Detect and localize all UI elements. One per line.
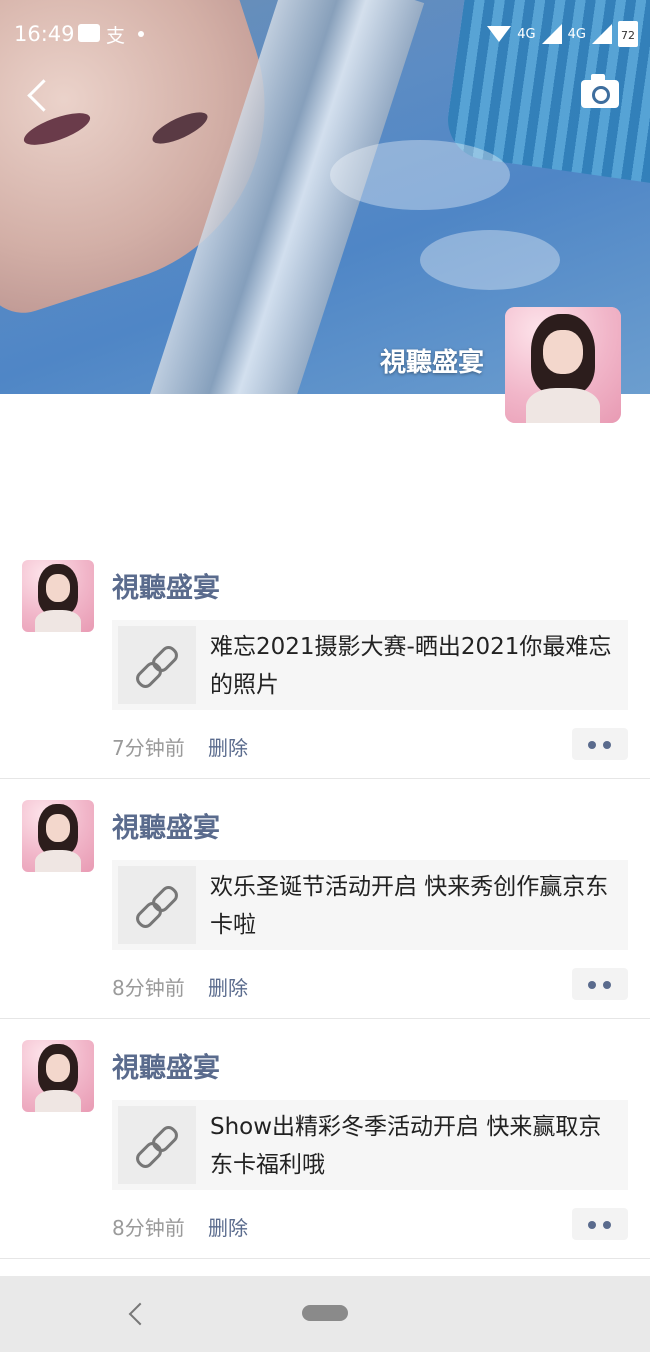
status-time: 16:49 [14,22,75,46]
link-icon [118,1106,196,1184]
nav-back-icon[interactable] [128,1302,152,1326]
post-time: 8分钟前 [112,976,185,1000]
cover-cloud [420,230,560,290]
divider [0,1018,650,1019]
post-time: 8分钟前 [112,1216,185,1240]
system-nav-bar [0,1276,650,1352]
post-author[interactable]: 視聽盛宴 [112,566,220,605]
avatar[interactable] [22,560,94,632]
feed-post: 視聽盛宴 Show出精彩冬季活动开启 快来赢取京东卡福利哦 8分钟前 删除 [0,1040,650,1280]
more-options-button[interactable] [572,728,628,760]
home-pill[interactable] [302,1305,348,1321]
signal-icon [592,24,612,44]
delete-button[interactable]: 删除 [208,732,248,761]
signal-icon [541,24,562,44]
post-time: 7分钟前 [112,736,185,760]
alipay-icon: 支 [106,25,126,47]
avatar[interactable] [22,1040,94,1112]
more-options-button[interactable] [572,1208,628,1240]
back-button[interactable] [22,78,56,112]
post-author[interactable]: 視聽盛宴 [112,1046,220,1085]
network-label: 4G [567,26,586,42]
link-icon [118,866,196,944]
delete-button[interactable]: 删除 [208,972,248,1001]
link-card[interactable]: 欢乐圣诞节活动开启 快来秀创作赢京东卡啦 [112,860,628,950]
post-author[interactable]: 視聽盛宴 [112,806,220,845]
divider [0,1258,650,1259]
link-icon [118,626,196,704]
avatar[interactable] [22,800,94,872]
system-icons: 4G 4G 72 [487,21,638,47]
profile-avatar[interactable] [505,307,621,423]
feed-post: 視聽盛宴 难忘2021摄影大赛-晒出2021你最难忘的照片 7分钟前 删除 [0,560,650,800]
link-title: 欢乐圣诞节活动开启 快来秀创作赢京东卡啦 [210,874,609,938]
link-card[interactable]: Show出精彩冬季活动开启 快来赢取京东卡福利哦 [112,1100,628,1190]
feed-post: 視聽盛宴 欢乐圣诞节活动开启 快来秀创作赢京东卡啦 8分钟前 删除 [0,800,650,1040]
link-title: Show出精彩冬季活动开启 快来赢取京东卡福利哦 [210,1114,602,1178]
link-title: 难忘2021摄影大赛-晒出2021你最难忘的照片 [210,634,612,698]
camera-button[interactable] [581,74,619,108]
profile-name: 視聽盛宴 [379,348,484,378]
status-bar: 16:49 支 4G 4G 72 [0,0,650,70]
delete-button[interactable]: 删除 [208,1212,248,1241]
battery-icon: 72 [618,21,638,47]
wifi-icon [487,26,512,42]
notification-dot-icon [138,31,144,37]
more-options-button[interactable] [572,968,628,1000]
message-icon [78,24,100,42]
divider [0,778,650,779]
cover-cloud [330,140,510,210]
link-card[interactable]: 难忘2021摄影大赛-晒出2021你最难忘的照片 [112,620,628,710]
network-label: 4G [517,26,536,42]
